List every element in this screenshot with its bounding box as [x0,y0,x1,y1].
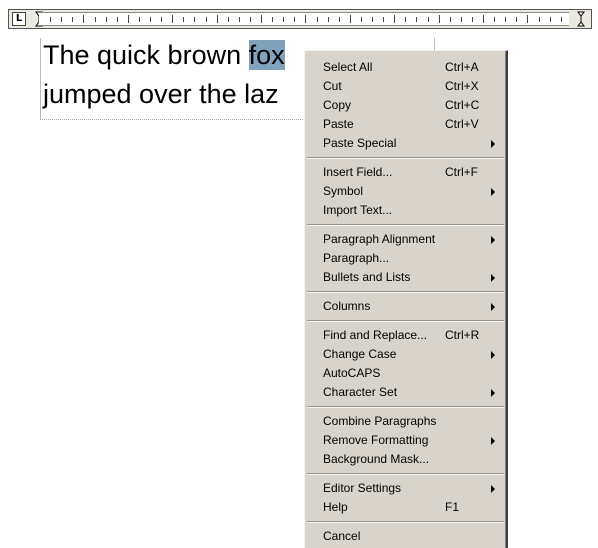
menu-item-cancel[interactable]: Cancel [305,527,505,546]
ruler-tick [272,17,273,22]
menu-separator [307,521,504,523]
ruler-tick [516,17,517,22]
ruler-tick [372,17,373,22]
tab-selector-icon[interactable]: L [12,12,26,26]
ruler-tick [283,17,284,22]
text-ruler[interactable]: L [8,9,592,29]
ruler-tick [328,17,329,22]
ruler-scale [39,12,569,26]
ruler-tick [95,17,96,22]
ruler-tick [317,17,318,22]
ruler-tick [483,15,484,23]
text-line-1-unselected: The quick brown [43,40,249,70]
ruler-tick [61,17,62,22]
submenu-arrow-icon [491,188,495,196]
ruler-tick [361,17,362,22]
ruler-tick [183,17,184,22]
ruler-tick [194,17,195,22]
ruler-tick [83,15,84,23]
context-menu: Select All Ctrl+A Cut Ctrl+X Copy Ctrl+C Pa… [304,50,508,548]
menu-item-find-and-replace[interactable]: Find and Replace... Ctrl+R [305,326,505,345]
submenu-arrow-icon [491,437,495,445]
menu-item-paragraph[interactable]: Paragraph... [305,249,505,268]
menu-separator [307,473,504,475]
ruler-tick [350,15,351,23]
menu-item-cut[interactable]: Cut Ctrl+X [305,77,505,96]
menu-item-select-all[interactable]: Select All Ctrl+A [305,58,505,77]
submenu-arrow-icon [491,236,495,244]
ruler-tick [172,15,173,23]
ruler-tick [383,17,384,22]
menu-item-change-case[interactable]: Change Case [305,345,505,364]
ruler-tick [394,15,395,23]
menu-item-help[interactable]: Help F1 [305,498,505,517]
ruler-tick [461,17,462,22]
menu-item-insert-field[interactable]: Insert Field... Ctrl+F [305,163,505,182]
ruler-tick [139,17,140,22]
menu-separator [307,157,504,159]
menu-item-remove-formatting[interactable]: Remove Formatting [305,431,505,450]
menu-item-paste[interactable]: Paste Ctrl+V [305,115,505,134]
ruler-tick [217,15,218,23]
menu-item-symbol[interactable]: Symbol [305,182,505,201]
ruler-tick [539,17,540,22]
ruler-tick [161,17,162,22]
ruler-tick [494,17,495,22]
ruler-tick [527,15,528,23]
ruler-tick [472,17,473,22]
ruler-tick [206,17,207,22]
ruler-tick [428,17,429,22]
ruler-tick [561,17,562,22]
ruler-tick [416,17,417,22]
selected-text[interactable]: fox [248,40,285,70]
ruler-tick [239,17,240,22]
ruler-tick [305,15,306,23]
menu-separator [307,224,504,226]
menu-item-columns[interactable]: Columns [305,297,505,316]
ruler-tick [228,17,229,22]
submenu-arrow-icon [491,389,495,397]
right-indent-icon[interactable] [577,11,585,27]
ruler-tick [117,17,118,22]
ruler-tick [261,15,262,23]
menu-item-combine-paragraphs[interactable]: Combine Paragraphs [305,412,505,431]
menu-item-import-text[interactable]: Import Text... [305,201,505,220]
ruler-tick [128,15,129,23]
submenu-arrow-icon [491,140,495,148]
ruler-tick [450,17,451,22]
ruler-tick [339,17,340,22]
submenu-arrow-icon [491,274,495,282]
menu-item-character-set[interactable]: Character Set [305,383,505,402]
menu-item-autocaps[interactable]: AutoCAPS [305,364,505,383]
ruler-tick [405,17,406,22]
ruler-tick [50,17,51,22]
ruler-tick [250,17,251,22]
text-line-1[interactable]: The quick brown fox [43,39,285,71]
submenu-arrow-icon [491,485,495,493]
submenu-arrow-icon [491,351,495,359]
ruler-tick [439,15,440,23]
menu-separator [307,291,504,293]
menu-item-copy[interactable]: Copy Ctrl+C [305,96,505,115]
ruler-tick [72,17,73,22]
menu-separator [307,406,504,408]
menu-item-bullets-and-lists[interactable]: Bullets and Lists [305,268,505,287]
ruler-tick [106,17,107,22]
ruler-tick [150,17,151,22]
menu-item-paragraph-alignment[interactable]: Paragraph Alignment [305,230,505,249]
text-line-2[interactable]: jumped over the laz [43,78,279,110]
menu-item-paste-special[interactable]: Paste Special [305,134,505,153]
menu-item-editor-settings[interactable]: Editor Settings [305,479,505,498]
menu-item-background-mask[interactable]: Background Mask... [305,450,505,469]
ruler-tick [505,17,506,22]
ruler-tick [294,17,295,22]
ruler-tick [550,17,551,22]
menu-separator [307,320,504,322]
submenu-arrow-icon [491,303,495,311]
